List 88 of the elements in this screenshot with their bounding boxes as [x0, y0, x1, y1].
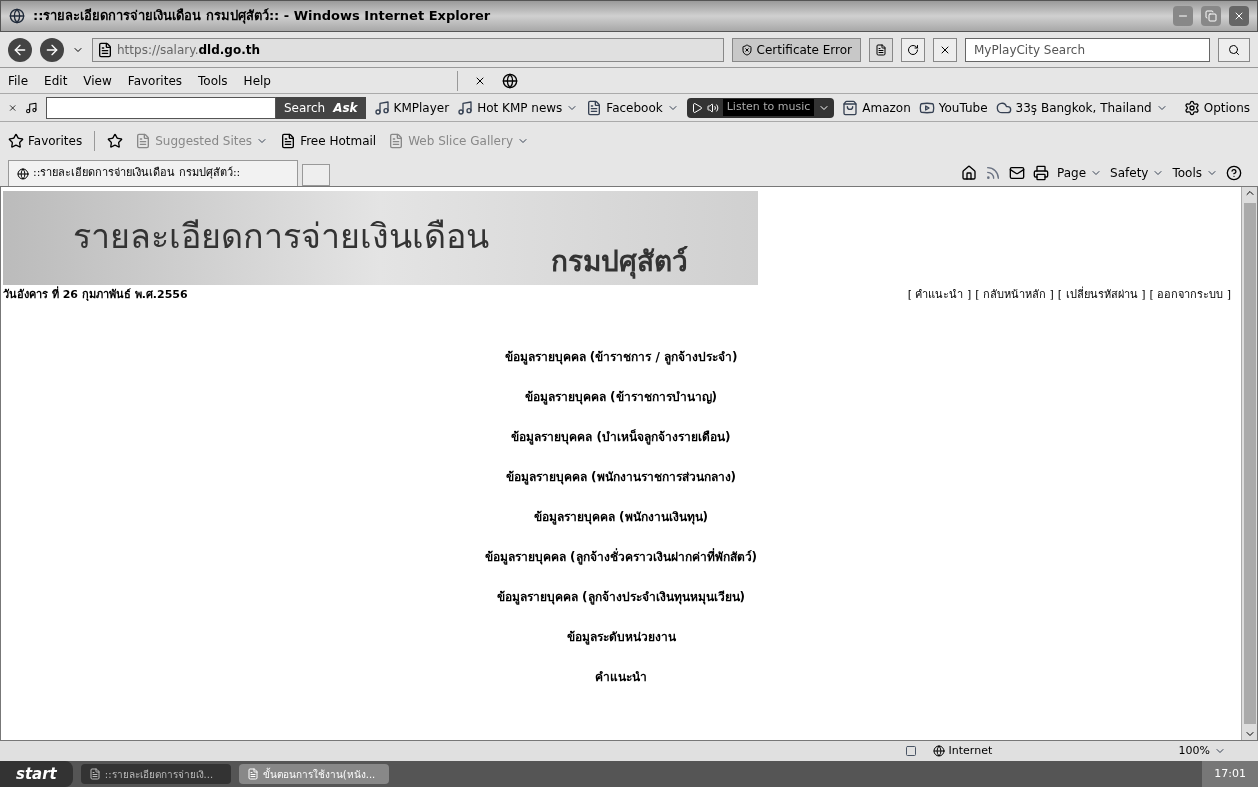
menu-link[interactable]: คำแนะนำ — [595, 667, 647, 686]
scrollbar[interactable] — [1241, 187, 1257, 740]
page-icon — [135, 133, 152, 149]
command-menu[interactable]: Tools — [1172, 164, 1218, 182]
close-button[interactable] — [1229, 6, 1249, 26]
mail-icon[interactable] — [1009, 165, 1025, 181]
back-button[interactable] — [8, 37, 32, 62]
menu-item[interactable]: View — [83, 71, 112, 90]
nav-link[interactable]: [ ออกจากระบบ ] — [1149, 287, 1231, 304]
toolbar-link[interactable]: 33ş Bangkok, Thailand — [995, 98, 1168, 117]
window-title: ::รายละเอียดการจ่ายเงินเดือน กรมปศุสัตว์:: - Windows Internet Explorer — [33, 7, 492, 26]
shield-icon — [740, 43, 753, 56]
page-icon — [388, 133, 405, 149]
search-field[interactable]: MyPlayCity Search — [965, 37, 1210, 62]
command-menu[interactable]: Safety — [1110, 164, 1165, 182]
menu-link[interactable]: ข้อมูลรายบุคคล (พนักงานเงินทุน) — [533, 507, 709, 526]
menu-link[interactable]: ข้อมูลรายบุคคล (พนักงานราชการส่วนกลาง) — [505, 467, 737, 486]
toolbar-link[interactable]: KMPlayer — [373, 98, 450, 117]
translate-icon[interactable] — [501, 72, 518, 89]
menu-link[interactable]: ข้อมูลรายบุคคล (บำเหน็จลูกจ้างรายเดือน) — [511, 427, 731, 446]
menu-link[interactable]: ข้อมูลรายบุคคล (ข้าราชการ / ลูกจ้างประจำ) — [504, 347, 738, 366]
refresh-icon — [907, 43, 919, 56]
menu-link[interactable]: ข้อมูลรายบุคคล (ลูกจ้างประจำเงินทุนหมุนเวียน) — [496, 587, 746, 606]
forward-button[interactable] — [40, 37, 64, 62]
search-icon — [1228, 43, 1240, 56]
zoom-text[interactable]: 100% — [1178, 742, 1250, 760]
star-icon — [8, 133, 24, 149]
nav-link[interactable]: [ กลับหน้าหลัก ] — [975, 287, 1054, 304]
close-icon — [1233, 10, 1245, 22]
taskbar-button[interactable]: ::รายละเอียดการจ่ายเงิ... — [80, 764, 231, 784]
nav-link[interactable]: [ คำแนะนำ ] — [907, 287, 972, 304]
zone-text: Internet — [932, 742, 1163, 760]
print-icon[interactable] — [1033, 165, 1049, 181]
command-menu[interactable]: Page — [1057, 164, 1103, 182]
start-button[interactable]: start — [0, 761, 73, 787]
toolbar-link[interactable]: Facebook — [586, 98, 679, 117]
restore-icon — [1205, 10, 1217, 22]
home-icon[interactable] — [961, 165, 977, 181]
menu-link[interactable]: ข้อมูลรายบุคคล (ลูกจ้างชั่วคราวเงินฝากค่าที่พักสัตว์) — [484, 547, 758, 566]
page-icon — [280, 133, 297, 149]
site-icon — [373, 99, 390, 116]
certificate-error-button[interactable]: Certificate Error — [731, 37, 861, 62]
panel-icon — [904, 745, 917, 757]
nav-link[interactable]: [ เปลี่ยนรหัสผ่าน ] — [1057, 287, 1146, 304]
menu-link[interactable]: ข้อมูลรายบุคคล (ข้าราชการบำนาญ) — [524, 387, 718, 406]
gear-icon — [1183, 99, 1200, 116]
banner-title: รายละเอียดการจ่ายเงินเดือน — [73, 217, 489, 257]
feed-icon[interactable] — [985, 165, 1001, 181]
site-icon — [586, 99, 603, 116]
player-label: Listen to music — [722, 99, 815, 116]
toolbar-link[interactable]: YouTube — [918, 98, 988, 117]
document-icon — [88, 768, 101, 780]
globe-icon — [932, 745, 945, 757]
refresh-button[interactable] — [901, 37, 925, 62]
options-button[interactable]: Options — [1183, 98, 1250, 117]
menu-item[interactable]: Tools — [198, 71, 228, 90]
favorites-link[interactable]: Free Hotmail — [280, 132, 377, 150]
menu-item[interactable]: Help — [243, 71, 271, 90]
toolbar-search-field[interactable] — [45, 96, 276, 119]
favorites-button[interactable]: Favorites — [8, 132, 83, 150]
add-favorite-icon[interactable] — [107, 133, 124, 149]
page-icon — [875, 43, 887, 56]
search-button[interactable] — [1218, 37, 1250, 62]
page-icon — [97, 41, 113, 58]
toolbar-link[interactable]: Hot KMP news — [457, 98, 579, 117]
taskbar-button[interactable]: ขั้นตอนการใช้งาน(หนัง... — [238, 764, 389, 784]
toolbar-link[interactable]: Amazon — [842, 98, 911, 117]
url-text: https://salary.dld.go.th — [117, 41, 260, 59]
menu-item[interactable]: Favorites — [127, 71, 183, 90]
clock: 17:01 — [1202, 761, 1258, 787]
stop-button[interactable] — [933, 37, 957, 62]
menu-item[interactable]: Edit — [44, 71, 68, 90]
document-icon — [246, 768, 259, 780]
help-icon[interactable] — [1226, 165, 1242, 181]
menu-item[interactable]: File — [8, 71, 29, 90]
toolbar-search-button[interactable]: Search Ask — [275, 96, 366, 119]
play-icon[interactable] — [690, 101, 703, 114]
volume-icon[interactable] — [706, 101, 719, 114]
site-icon — [457, 99, 474, 116]
browser-icon — [17, 167, 29, 180]
browser-tab[interactable]: ::รายละเอียดการจ่ายเงินเดือน กรมปศุสัตว์:: — [8, 160, 298, 186]
site-icon — [842, 99, 859, 116]
menu-link[interactable]: ข้อมูลระดับหน่วยงาน — [566, 627, 676, 646]
banner-org: กรมปศุสัตว์ — [551, 244, 688, 281]
address-field[interactable]: https://salary.dld.go.th — [92, 37, 724, 62]
date-text: วันอังคาร ที่ 26 กุมภาพันธ์ พ.ศ.2556 — [3, 287, 188, 303]
browser-icon — [9, 8, 25, 24]
compatibility-button[interactable] — [869, 37, 893, 62]
